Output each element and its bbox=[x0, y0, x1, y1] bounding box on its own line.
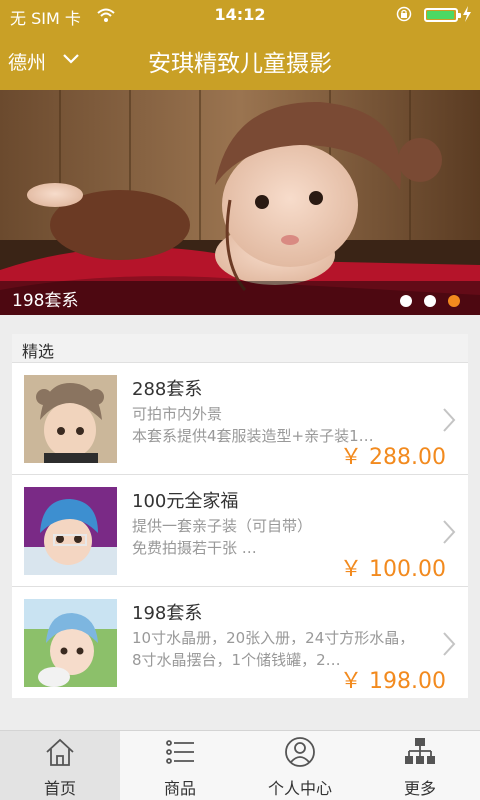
banner-caption-bar: 198套系 bbox=[0, 281, 480, 315]
tab-more[interactable]: 更多 bbox=[360, 731, 480, 800]
featured-section: 精选 288套系 可拍市内外景 本套系提供4套服装造型+亲子装1… ￥ 288.… bbox=[12, 334, 468, 698]
product-thumbnail bbox=[24, 375, 117, 463]
carousel-dot[interactable] bbox=[400, 295, 412, 307]
tab-label: 商品 bbox=[163, 779, 196, 798]
product-price: ￥ 288.00 bbox=[340, 445, 446, 470]
tab-home[interactable]: 首页 bbox=[0, 731, 120, 800]
banner-caption: 198套系 bbox=[12, 291, 79, 311]
battery-icon bbox=[424, 8, 461, 22]
tab-label: 更多 bbox=[403, 779, 436, 798]
top-bar: 无 SIM 卡 14:12 德州 安琪精致儿童摄影 bbox=[0, 0, 480, 90]
carousel-dot[interactable] bbox=[424, 295, 436, 307]
section-title: 精选 bbox=[12, 334, 468, 362]
list-icon bbox=[166, 740, 194, 764]
product-thumbnail bbox=[24, 487, 117, 575]
carousel-dot-active[interactable] bbox=[448, 295, 460, 307]
tab-label: 个人中心 bbox=[267, 779, 332, 798]
chevron-right-icon bbox=[443, 632, 456, 656]
list-item[interactable]: 198套系 10寸水晶册，20张入册，24寸方形水晶，8寸水晶摆台，1个储钱罐，… bbox=[12, 586, 468, 698]
product-name: 288套系 bbox=[132, 379, 203, 400]
list-item[interactable]: 288套系 可拍市内外景 本套系提供4套服装造型+亲子装1… ￥ 288.00 bbox=[12, 362, 468, 474]
tab-label: 首页 bbox=[43, 779, 76, 798]
product-thumbnail bbox=[24, 599, 117, 687]
bottom-tab-bar: 首页 商品 个人中心 更多 bbox=[0, 730, 480, 800]
product-name: 198套系 bbox=[132, 603, 203, 624]
carousel-indicator bbox=[388, 292, 460, 307]
chevron-right-icon bbox=[443, 408, 456, 432]
status-bar: 无 SIM 卡 14:12 bbox=[0, 0, 480, 30]
product-price: ￥ 100.00 bbox=[340, 557, 446, 582]
tab-profile[interactable]: 个人中心 bbox=[240, 731, 360, 800]
chevron-right-icon bbox=[443, 520, 456, 544]
list-item[interactable]: 100元全家福 提供一套亲子装（可自带） 免费拍摄若干张 … ￥ 100.00 bbox=[12, 474, 468, 586]
banner-carousel[interactable]: 198套系 bbox=[0, 90, 480, 315]
orientation-lock-icon bbox=[396, 6, 412, 22]
product-description-line: 可拍市内外景 bbox=[132, 405, 223, 423]
user-icon bbox=[285, 737, 315, 767]
product-description-line: 提供一套亲子装（可自带） bbox=[132, 517, 313, 535]
sitemap-icon bbox=[405, 738, 435, 764]
app-header: 德州 安琪精致儿童摄影 bbox=[0, 30, 480, 90]
page-title: 安琪精致儿童摄影 bbox=[148, 51, 332, 77]
product-price: ￥ 198.00 bbox=[340, 669, 446, 694]
product-name: 100元全家福 bbox=[132, 491, 239, 512]
tab-products[interactable]: 商品 bbox=[120, 731, 240, 800]
charging-icon bbox=[463, 6, 471, 22]
home-icon bbox=[46, 738, 74, 766]
